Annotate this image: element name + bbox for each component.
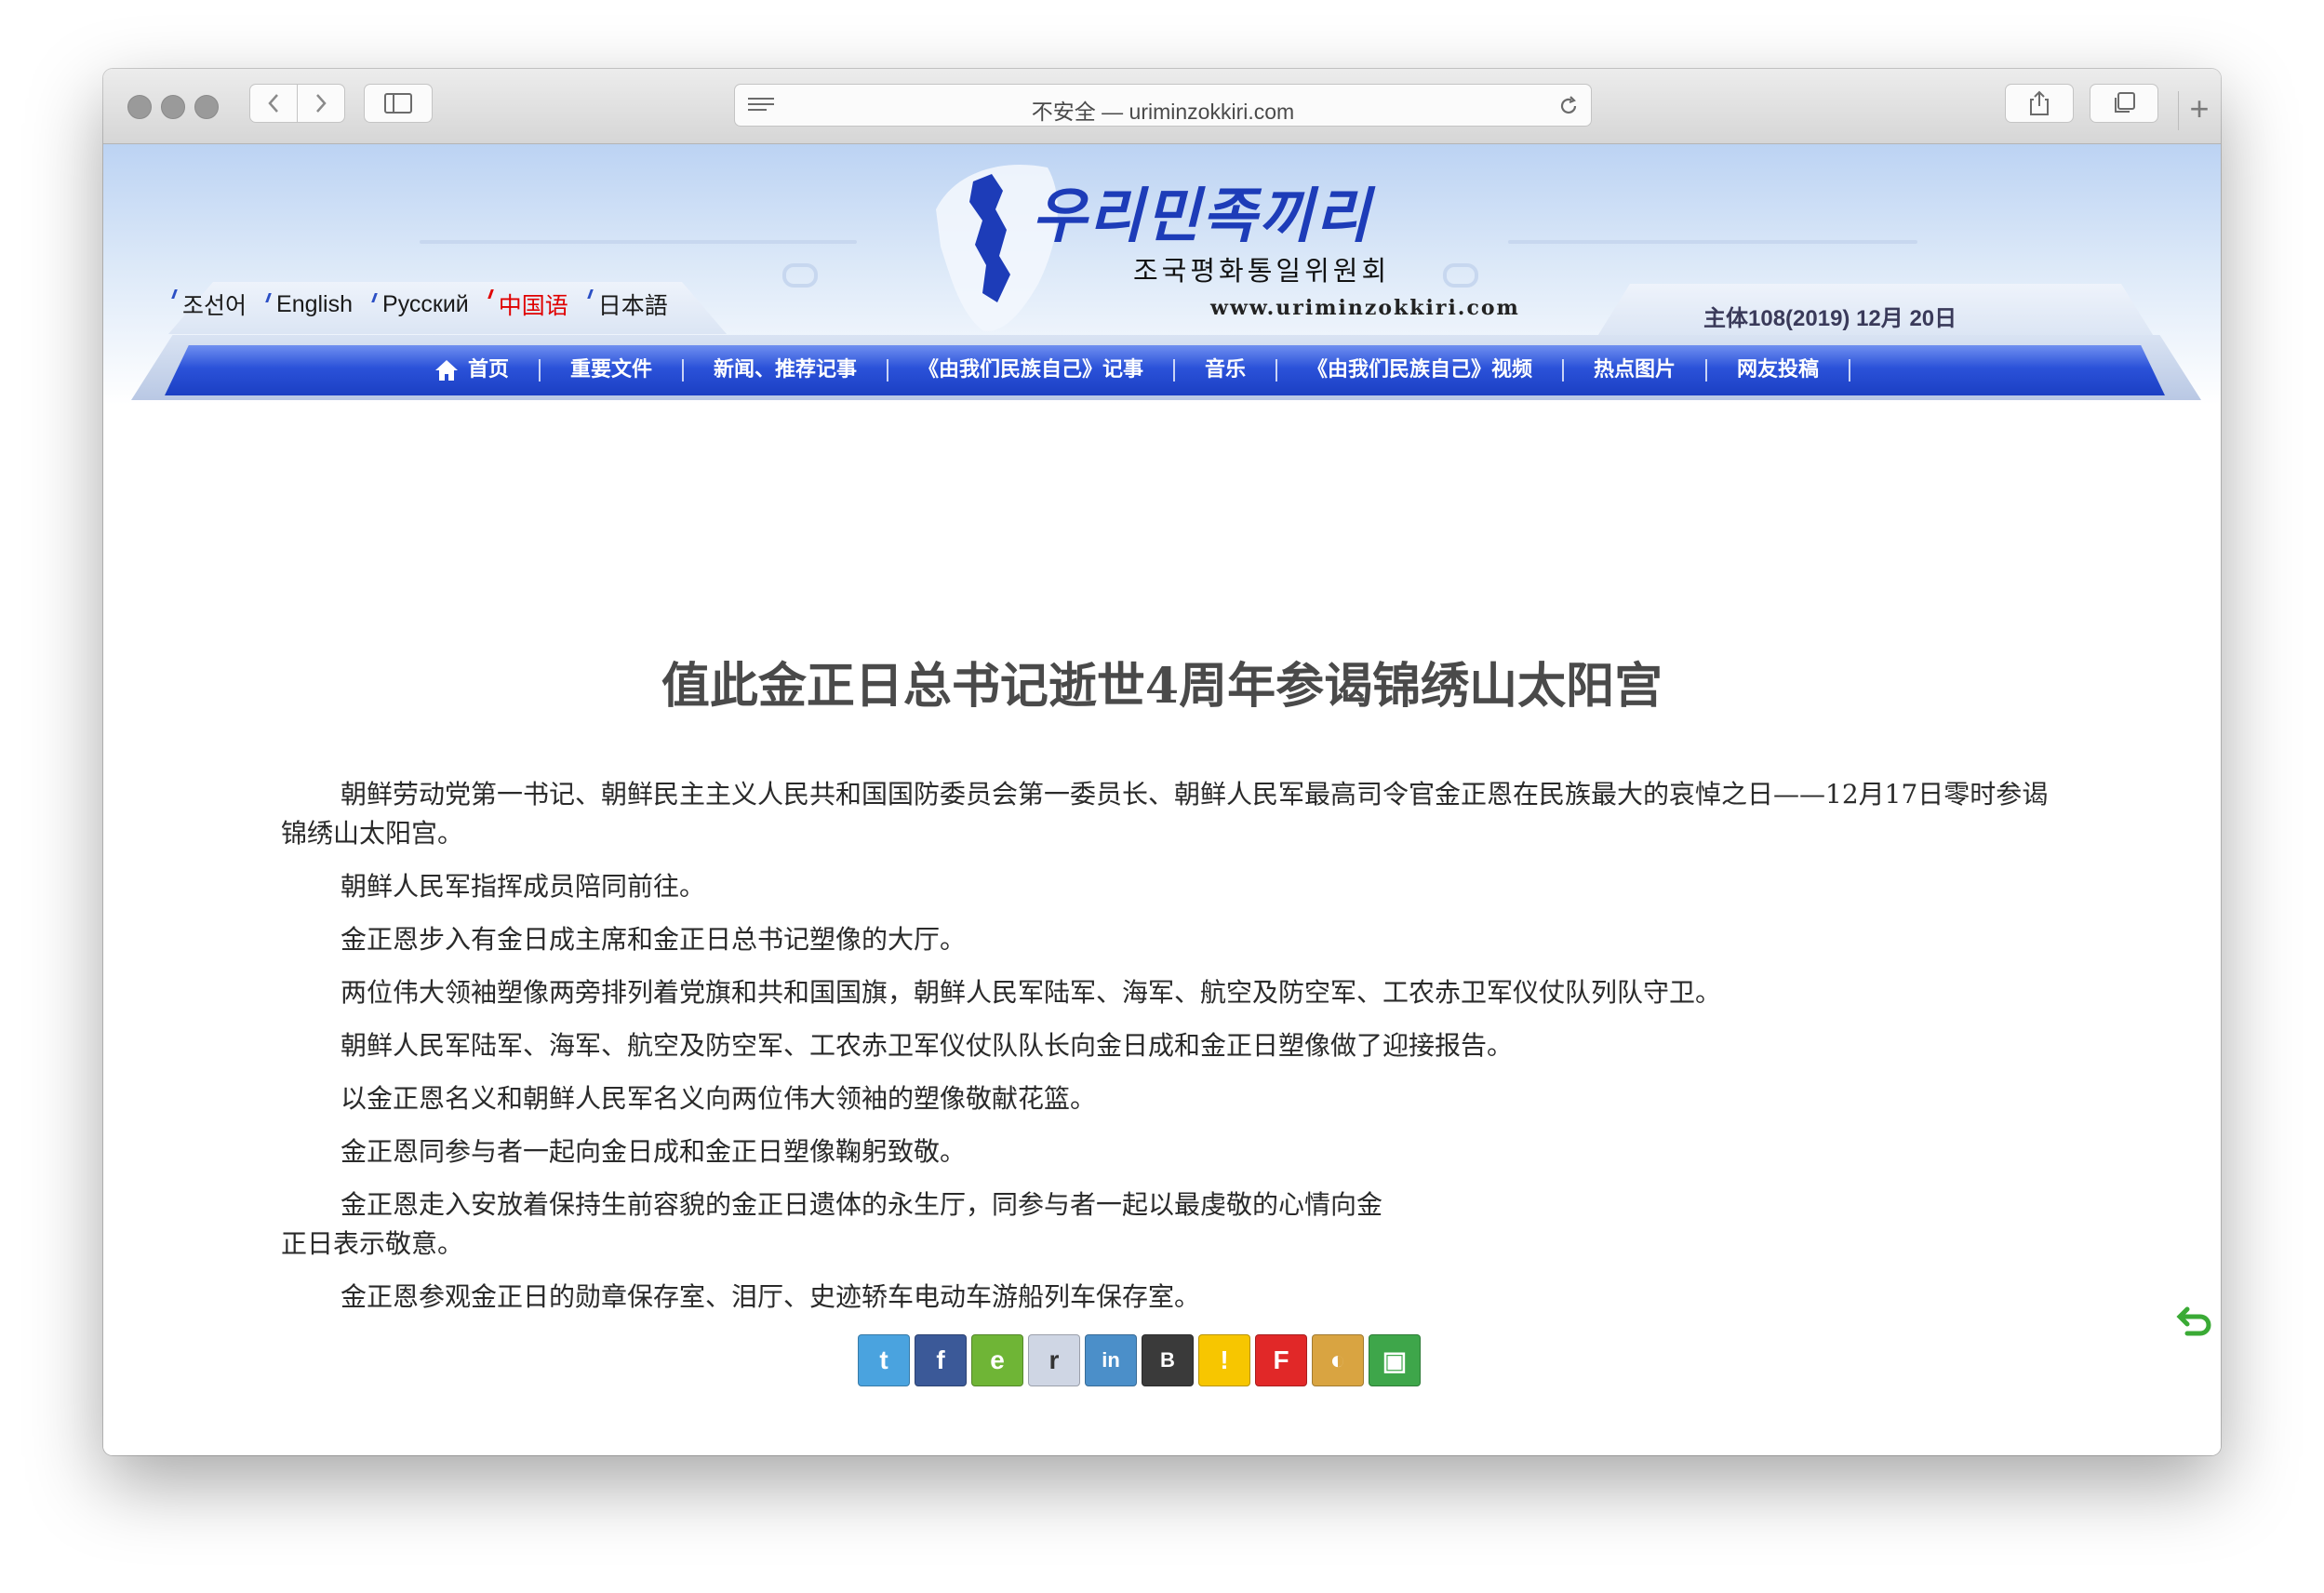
- chevron-left-icon: [268, 94, 278, 113]
- nav-item-home[interactable]: 首页: [405, 359, 541, 382]
- main-navigation: 首页 重要文件 新闻、推荐记事 《由我们民族自己》记事 音乐 《由我们民族自己》…: [165, 345, 2165, 395]
- sidebar-button[interactable]: [364, 84, 433, 123]
- article-paragraph: 两位伟大领袖塑像两旁排列着党旗和共和国国旗，朝鲜人民军陆军、海军、航空及防空军、…: [341, 977, 1722, 1008]
- facebook-share-icon[interactable]: f: [915, 1334, 967, 1386]
- article-paragraph: 金正恩参观金正日的勋章保存室、泪厅、史迹轿车电动车游船列车保存室。: [341, 1281, 1201, 1312]
- band-share-icon[interactable]: B: [1142, 1334, 1194, 1386]
- site-header: 조선어 English Русский 中国语 日本語 主体108(2019) …: [103, 144, 2221, 405]
- address-text: 不安全 — uriminzokkiri.com: [1031, 100, 1295, 124]
- logo-url: www.uriminzokkiri.com: [1210, 296, 1520, 320]
- language-russian[interactable]: Русский: [373, 291, 469, 318]
- forward-button[interactable]: [297, 84, 345, 123]
- nav-item-music[interactable]: 音乐: [1175, 359, 1278, 382]
- language-japanese[interactable]: 日本語: [589, 288, 668, 321]
- article-paragraph: 金正恩走入安放着保持生前容貌的金正日遗体的永生厅，同参与者一起以最虔敬的心情向金…: [281, 1189, 1383, 1259]
- language-korean[interactable]: 조선어: [173, 288, 247, 321]
- nav-item-videos[interactable]: 《由我们民族自己》视频: [1277, 359, 1565, 382]
- article-body: 朝鲜劳动党第一书记、朝鲜民主主义人民共和国国防委员会第一委员长、朝鲜人民军最高司…: [281, 775, 2049, 1331]
- site-date: 主体108(2019) 12月 20日: [1703, 306, 1957, 331]
- logo-script: 우리민족끼리: [1032, 181, 1372, 251]
- header-decoration-swirl: [782, 263, 818, 288]
- colorful-share-icon[interactable]: ◐: [1312, 1334, 1364, 1386]
- address-bar[interactable]: 不安全 — uriminzokkiri.com: [734, 84, 1592, 127]
- site-logo[interactable]: 우리민족끼리 조국평화통일위원회 www.uriminzokkiri.com: [866, 144, 1573, 340]
- back-arrow-icon[interactable]: [2176, 1305, 2213, 1339]
- tabs-overview-button[interactable]: [2090, 84, 2158, 123]
- article-title: 值此金正日总书记逝世4周年参谒锦绣山太阳宫: [661, 658, 1663, 715]
- home-icon: [434, 360, 458, 381]
- flipboard-share-icon[interactable]: F: [1255, 1334, 1307, 1386]
- share-buttons: t f e r in B! F ◐ ▣: [858, 1334, 1421, 1386]
- nav-item-important-documents[interactable]: 重要文件: [541, 359, 684, 382]
- kakaostory-share-icon[interactable]: !: [1198, 1334, 1250, 1386]
- language-selector: 조선어 English Русский 中国语 日本語: [173, 286, 668, 323]
- linkedin-share-icon[interactable]: in: [1085, 1334, 1137, 1386]
- share-button[interactable]: [2005, 84, 2074, 123]
- logo-subtitle: 조국평화통일위원회: [1133, 255, 1391, 287]
- back-button[interactable]: [249, 84, 298, 123]
- reload-icon[interactable]: [1557, 95, 1580, 117]
- nav-item-news[interactable]: 新闻、推荐记事: [684, 359, 888, 382]
- twitter-share-icon[interactable]: t: [858, 1334, 910, 1386]
- page-content: 조선어 English Русский 中国语 日本語 主体108(2019) …: [103, 144, 2221, 1455]
- language-chinese[interactable]: 中国语: [489, 288, 568, 321]
- new-tab-button[interactable]: +: [2178, 91, 2220, 130]
- sidebar-icon: [384, 93, 412, 114]
- chevron-right-icon: [316, 94, 327, 113]
- minimize-window-button[interactable]: [161, 95, 185, 119]
- nav-item-submissions[interactable]: 网友投稿: [1707, 359, 1851, 382]
- nav-item-articles[interactable]: 《由我们民族自己》记事: [888, 359, 1175, 382]
- header-decoration: [420, 240, 857, 244]
- article-paragraph: 以金正恩名义和朝鲜人民军名义向两位伟大领袖的塑像敬献花篮。: [341, 1083, 1097, 1114]
- article-paragraph: 朝鲜劳动党第一书记、朝鲜民主主义人民共和国国防委员会第一委员长、朝鲜人民军最高司…: [281, 779, 2049, 849]
- language-english[interactable]: English: [267, 291, 353, 318]
- close-window-button[interactable]: [127, 95, 152, 119]
- browser-toolbar: 不安全 — uriminzokkiri.com +: [103, 69, 2221, 144]
- tabs-icon: [2115, 92, 2135, 113]
- article-paragraph: 金正恩步入有金日成主席和金正日总书记塑像的大厅。: [341, 924, 967, 955]
- browser-window: 不安全 — uriminzokkiri.com + 조선어 English Ру…: [103, 69, 2221, 1455]
- zoom-window-button[interactable]: [194, 95, 219, 119]
- bookmark-share-icon[interactable]: ▣: [1369, 1334, 1421, 1386]
- nav-item-photos[interactable]: 热点图片: [1564, 359, 1708, 382]
- article-paragraph: 朝鲜人民军指挥成员陪同前往。: [341, 871, 706, 902]
- article-paragraph: 金正恩同参与者一起向金日成和金正日塑像鞠躬致敬。: [341, 1136, 967, 1167]
- nav-item-label: 首页: [467, 358, 509, 382]
- share-icon: [2030, 90, 2049, 115]
- reddit-share-icon[interactable]: r: [1028, 1334, 1080, 1386]
- article-paragraph: 朝鲜人民军陆军、海军、航空及防空军、工农赤卫军仪仗队队长向金日成和金正日塑像做了…: [341, 1030, 1514, 1061]
- evernote-share-icon[interactable]: e: [971, 1334, 1023, 1386]
